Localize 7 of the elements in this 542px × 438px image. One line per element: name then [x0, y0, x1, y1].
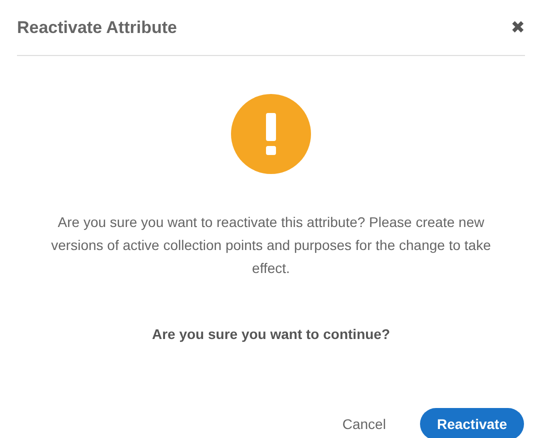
cancel-button[interactable]: Cancel: [330, 408, 398, 438]
reactivate-button[interactable]: Reactivate: [420, 408, 524, 438]
confirm-question: Are you sure you want to continue?: [152, 326, 390, 342]
close-button[interactable]: ✖: [510, 18, 525, 38]
dialog-title: Reactivate Attribute: [17, 18, 177, 38]
message-text: Are you sure you want to reactivate this attribute? Please create new versions of active collection points and purposes for the change to take effect.: [50, 213, 492, 278]
warning-icon: [231, 94, 311, 174]
